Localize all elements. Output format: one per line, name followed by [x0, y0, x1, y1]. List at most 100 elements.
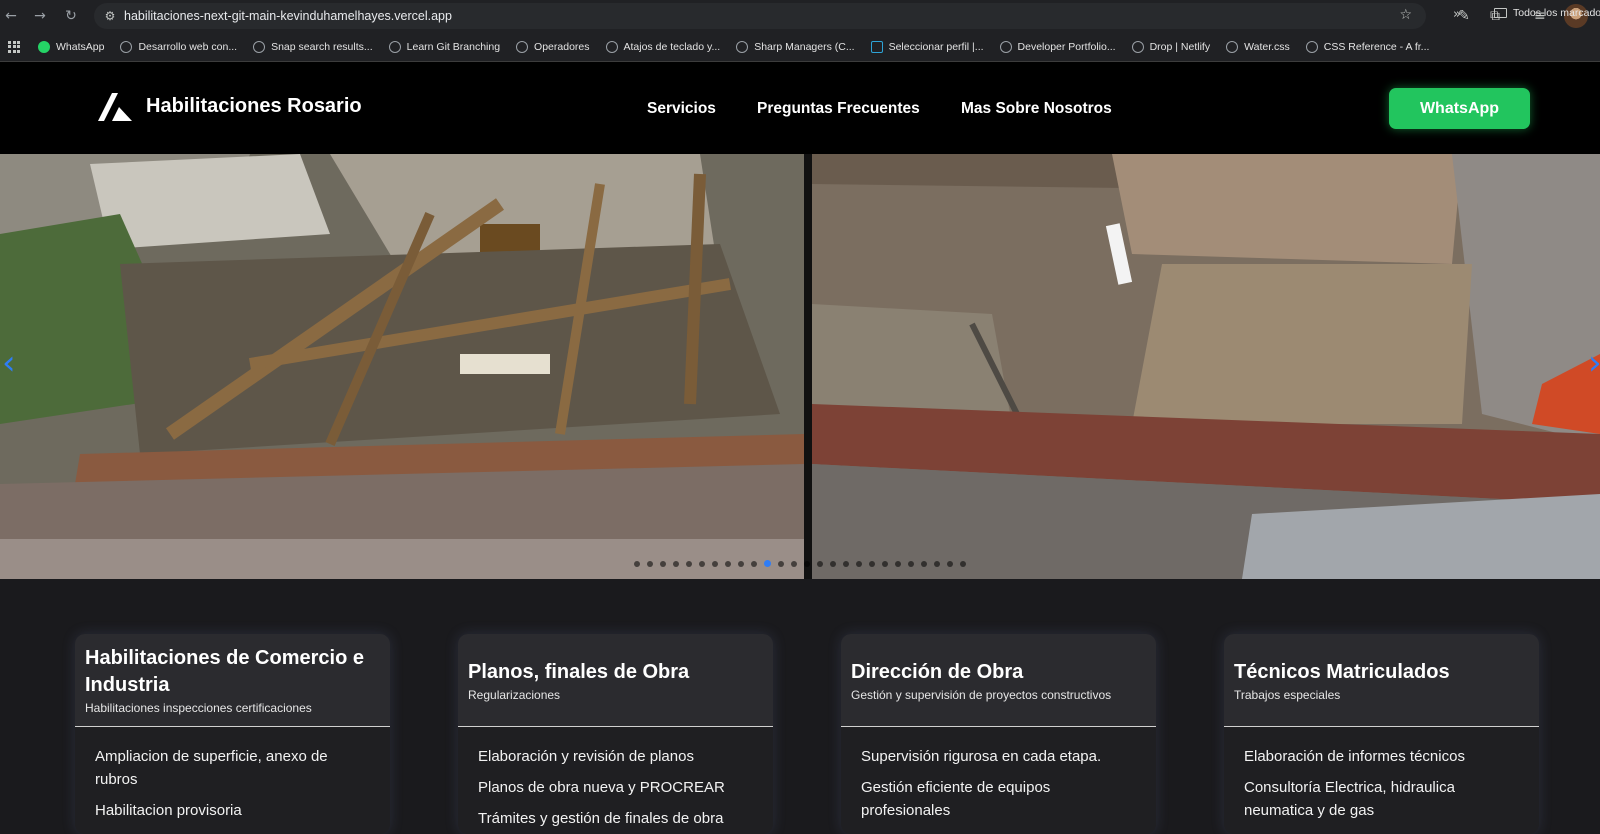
- card-header: Técnicos Matriculados Trabajos especiale…: [1224, 634, 1539, 727]
- card-item: Trámites y gestión de finales de obra: [478, 810, 724, 827]
- service-card: Dirección de Obra Gestión y supervisión …: [841, 634, 1156, 834]
- card-header: Dirección de Obra Gestión y supervisión …: [841, 634, 1156, 727]
- whatsapp-icon: [38, 40, 50, 53]
- bookmark-label: WhatsApp: [56, 40, 105, 53]
- folder-icon: [1494, 8, 1507, 18]
- carousel-dot[interactable]: [751, 560, 757, 567]
- globe-icon: [999, 40, 1012, 53]
- site-settings-icon[interactable]: ⚙: [100, 9, 120, 23]
- globe-icon: [1305, 40, 1318, 53]
- whatsapp-button[interactable]: WhatsApp: [1389, 88, 1530, 129]
- bookmark-item[interactable]: Drop | Netlify: [1131, 40, 1210, 53]
- bookmark-item[interactable]: Desarrollo web con...: [120, 40, 238, 53]
- brand-name: Habilitaciones Rosario: [146, 94, 362, 117]
- url-text[interactable]: habilitaciones-next-git-main-kevinduhame…: [124, 9, 452, 23]
- carousel-dot[interactable]: [804, 560, 810, 567]
- bookmark-item[interactable]: Developer Portfolio...: [999, 40, 1116, 53]
- globe-icon: [253, 40, 266, 53]
- carousel-dot[interactable]: [947, 560, 953, 567]
- carousel-slide-roof-structure: [0, 154, 804, 579]
- globe-icon: [120, 40, 133, 53]
- bookmark-list: WhatsApp Desarrollo web con... Snap search…: [38, 40, 1445, 53]
- carousel-dot[interactable]: [634, 560, 640, 567]
- bookmark-item[interactable]: Snap search results...: [253, 40, 373, 53]
- card-item: Supervisión rigurosa en cada etapa.: [861, 748, 1102, 765]
- bookmark-label: Atajos de teclado y...: [623, 40, 721, 53]
- carousel-dot[interactable]: [830, 560, 836, 567]
- carousel-dot[interactable]: [908, 560, 914, 567]
- bookmark-item[interactable]: CSS Reference - A fr...: [1305, 40, 1429, 53]
- bookmark-label: Learn Git Branching: [406, 40, 501, 53]
- card-subtitle: Trabajos especiales: [1234, 687, 1341, 702]
- tb-icon: [870, 40, 883, 53]
- bookmark-item[interactable]: Sharp Managers (C...: [736, 40, 855, 53]
- carousel-dot[interactable]: [738, 560, 744, 567]
- bookmark-star-icon[interactable]: ☆: [1399, 7, 1412, 23]
- service-card: Técnicos Matriculados Trabajos especiale…: [1224, 634, 1539, 834]
- bookmark-item[interactable]: Atajos de teclado y...: [605, 40, 721, 53]
- carousel-dot[interactable]: [934, 560, 940, 567]
- globe-icon: [736, 40, 749, 53]
- card-item: Elaboración y revisión de planos: [478, 748, 694, 765]
- back-icon[interactable]: ←: [0, 5, 22, 27]
- globe-icon: [388, 40, 401, 53]
- bookmark-item[interactable]: Operadores: [516, 40, 590, 53]
- carousel-dot[interactable]: [856, 560, 862, 567]
- carousel-dot[interactable]: [778, 560, 784, 567]
- card-subtitle: Regularizaciones: [468, 687, 561, 702]
- globe-icon: [605, 40, 618, 53]
- address-bar[interactable]: ⚙ habilitaciones-next-git-main-kevinduha…: [94, 3, 1426, 29]
- carousel-dot[interactable]: [921, 560, 927, 567]
- bookmark-label: Desarrollo web con...: [138, 40, 238, 53]
- carousel-slide-demolition-site: [812, 154, 1600, 579]
- carousel-dot[interactable]: [673, 560, 679, 567]
- nav-servicios[interactable]: Servicios: [647, 100, 716, 118]
- card-title: Dirección de Obra: [851, 660, 1024, 683]
- carousel-dot[interactable]: [843, 560, 849, 567]
- carousel-dot[interactable]: [660, 560, 666, 567]
- globe-icon: [1226, 40, 1239, 53]
- bookmark-label: Operadores: [534, 40, 590, 53]
- carousel-dot[interactable]: [647, 560, 653, 567]
- bookmark-label: Sharp Managers (C...: [754, 40, 855, 53]
- bookmarks-overflow-icon[interactable]: »: [1453, 7, 1461, 22]
- carousel-next-arrow-icon[interactable]: ›: [1588, 346, 1600, 380]
- nav-mas-sobre-nosotros[interactable]: Mas Sobre Nosotros: [961, 100, 1112, 118]
- carousel-dot[interactable]: [699, 560, 705, 567]
- carousel-dot[interactable]: [764, 560, 771, 567]
- apps-grid-icon[interactable]: [8, 40, 20, 53]
- card-item: Elaboración de informes técnicos: [1244, 748, 1465, 765]
- card-item-list: Supervisión rigurosa en cada etapa. Gest…: [841, 727, 1156, 822]
- bookmark-item[interactable]: Learn Git Branching: [388, 40, 501, 53]
- bookmark-item[interactable]: Water.css: [1226, 40, 1290, 53]
- services-section: Habilitaciones de Comercio e Industria H…: [0, 579, 1600, 834]
- bookmark-label: Snap search results...: [271, 40, 373, 53]
- card-item: Gestión eficiente de equipos profesional…: [861, 779, 1051, 819]
- globe-icon: [516, 40, 529, 53]
- carousel-dot[interactable]: [686, 560, 692, 567]
- carousel-dot[interactable]: [712, 560, 718, 567]
- card-title: Habilitaciones de Comercio e Industria: [85, 647, 364, 696]
- image-carousel[interactable]: ‹ ›: [0, 154, 1600, 579]
- carousel-prev-arrow-icon[interactable]: ‹: [2, 346, 16, 380]
- reload-icon[interactable]: ↻: [60, 5, 82, 27]
- carousel-dot[interactable]: [960, 560, 966, 567]
- carousel-dot[interactable]: [725, 560, 731, 567]
- bookmark-item[interactable]: WhatsApp: [38, 40, 105, 53]
- bookmark-label: Seleccionar perfil |...: [888, 40, 984, 53]
- carousel-dot[interactable]: [895, 560, 901, 567]
- carousel-dot[interactable]: [869, 560, 875, 567]
- browser-toolbar: ← → ↻ ⚙ habilitaciones-next-git-main-kev…: [0, 0, 1600, 32]
- nav-preguntas-frecuentes[interactable]: Preguntas Frecuentes: [757, 100, 920, 118]
- site-header: Habilitaciones Rosario Servicios Pregunt…: [0, 62, 1600, 154]
- brand-link[interactable]: Habilitaciones Rosario: [98, 91, 362, 121]
- logo-icon: [98, 93, 132, 121]
- construction-photo-left: [0, 154, 804, 579]
- forward-icon[interactable]: →: [29, 5, 51, 27]
- carousel-dot[interactable]: [882, 560, 888, 567]
- bookmark-item[interactable]: Seleccionar perfil |...: [870, 40, 984, 53]
- card-subtitle: Gestión y supervisión de proyectos const…: [851, 687, 1112, 702]
- carousel-dot[interactable]: [817, 560, 823, 567]
- carousel-dot[interactable]: [791, 560, 797, 567]
- bookmarks-folder[interactable]: Todos los marcadores: [1494, 7, 1600, 19]
